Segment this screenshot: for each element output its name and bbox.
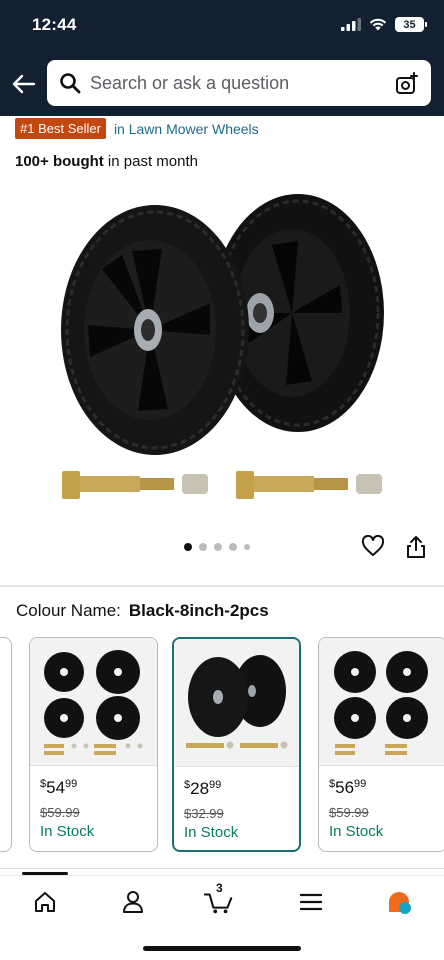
status-icons: 35 xyxy=(341,17,427,32)
section-divider xyxy=(0,585,444,587)
carousel-dot[interactable] xyxy=(229,543,237,551)
swatch-price: $5699 xyxy=(329,778,367,797)
share-button[interactable] xyxy=(405,535,427,559)
section-divider xyxy=(0,868,444,869)
swatch-option[interactable]: $5499 $59.99 In Stock xyxy=(29,637,158,852)
rufus-icon xyxy=(389,892,411,914)
swatch-was-price: $59.99 xyxy=(40,805,80,820)
menu-icon xyxy=(300,893,322,911)
swatch-thumbnail xyxy=(174,639,299,767)
back-arrow-icon xyxy=(12,74,36,94)
swatch-price: $2899 xyxy=(184,779,222,798)
swatch-price: $5499 xyxy=(40,778,78,797)
swatch-stock-status: In Stock xyxy=(184,824,239,841)
status-time: 12:44 xyxy=(32,15,77,34)
search-input[interactable] xyxy=(90,72,380,94)
search-icon xyxy=(58,71,82,95)
cart-count-badge: 3 xyxy=(216,881,223,895)
best-seller-category-link[interactable]: in Lawn Mower Wheels xyxy=(114,121,259,137)
product-image[interactable] xyxy=(50,185,395,510)
swatch-was-price: $59.99 xyxy=(329,805,369,820)
bought-count: 100+ bought xyxy=(15,153,104,170)
camera-search-icon[interactable] xyxy=(395,72,419,96)
wishlist-button[interactable] xyxy=(361,534,385,559)
carousel-dot[interactable] xyxy=(199,543,207,551)
search-bar[interactable] xyxy=(47,60,431,106)
battery-icon: 35 xyxy=(395,17,427,32)
nav-rufus[interactable] xyxy=(384,888,414,916)
swatch-option-selected[interactable]: $2899 $32.99 In Stock xyxy=(172,637,301,852)
best-seller-badge[interactable]: #1 Best Seller xyxy=(15,118,106,139)
colour-name: Colour Name: Black-8inch-2pcs xyxy=(16,601,269,621)
home-indicator xyxy=(143,946,301,951)
nav-home[interactable] xyxy=(30,888,60,916)
swatch-was-price: $32.99 xyxy=(184,806,224,821)
swatch-stock-status: In Stock xyxy=(329,823,384,840)
account-icon xyxy=(123,891,143,913)
heart-icon xyxy=(361,534,385,556)
share-icon xyxy=(407,536,425,558)
carousel-dot[interactable] xyxy=(184,543,192,551)
carousel-dot[interactable] xyxy=(244,544,250,550)
wifi-icon xyxy=(369,18,387,31)
home-icon xyxy=(35,892,55,912)
swatch-option[interactable]: $5699 $59.99 In Stock xyxy=(318,637,444,852)
nav-account[interactable] xyxy=(118,888,148,916)
best-seller-row: #1 Best Seller in Lawn Mower Wheels xyxy=(15,118,259,139)
carousel-dot[interactable] xyxy=(214,543,222,551)
bought-in-past-month: 100+ bought in past month xyxy=(15,153,198,170)
bolt-left xyxy=(62,471,208,499)
nav-menu[interactable] xyxy=(296,888,326,916)
swatch-thumbnail xyxy=(30,638,157,766)
swatch-partial[interactable] xyxy=(0,637,12,852)
header: 12:44 35 xyxy=(0,0,444,116)
wheel-front xyxy=(61,205,249,455)
image-carousel-dots[interactable] xyxy=(184,543,250,551)
colour-name-label: Colour Name: xyxy=(16,601,121,620)
swatch-thumbnail xyxy=(319,638,444,766)
colour-name-value: Black-8inch-2pcs xyxy=(128,601,269,620)
swatch-stock-status: In Stock xyxy=(40,823,95,840)
scroll-indicator xyxy=(22,872,68,875)
signal-icon xyxy=(341,18,361,31)
bought-rest: in past month xyxy=(103,153,198,170)
back-button[interactable] xyxy=(10,70,38,98)
bolt-right xyxy=(236,471,382,499)
